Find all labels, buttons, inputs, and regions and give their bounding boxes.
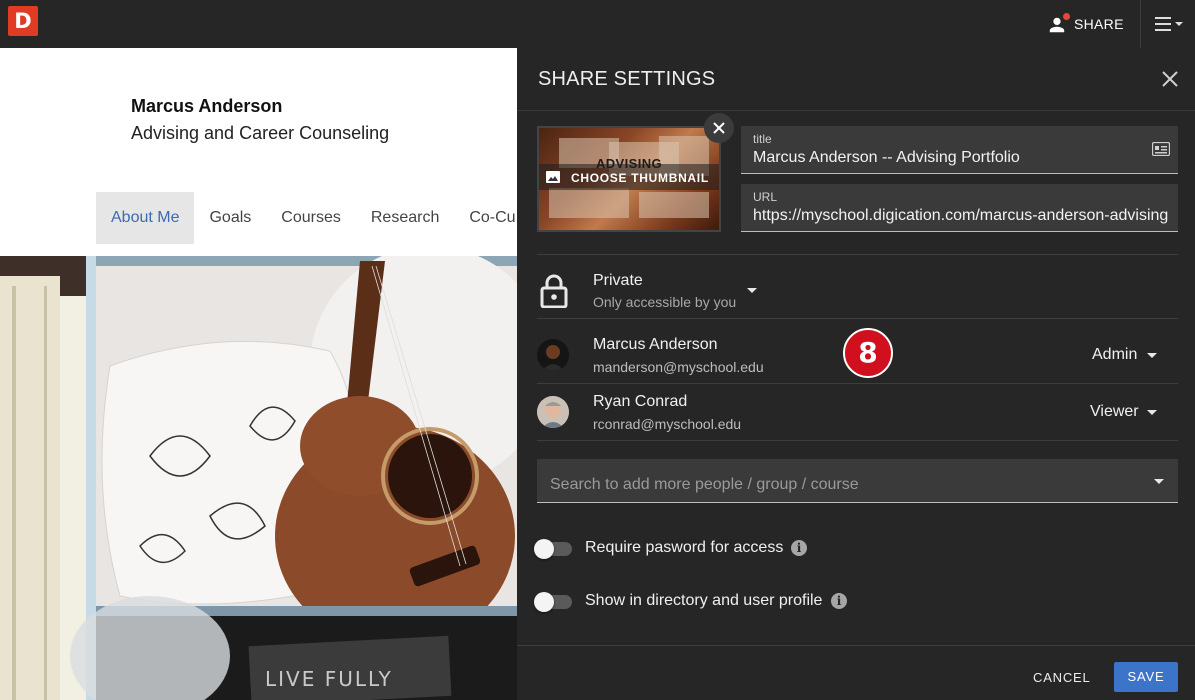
lock-icon: [540, 274, 568, 308]
url-field-value[interactable]: https://myschool.digication.com/marcus-a…: [753, 207, 1174, 225]
panel-title: SHARE SETTINGS: [538, 68, 716, 90]
close-icon: [1162, 71, 1178, 87]
portfolio-nav: About Me Goals Courses Research Co-Cu: [96, 192, 517, 244]
portfolio-subtitle: Advising and Career Counseling: [131, 123, 390, 143]
chevron-down-icon[interactable]: [1147, 353, 1157, 358]
hamburger-menu-button[interactable]: [1150, 12, 1190, 36]
show-in-directory-toggle[interactable]: [534, 592, 572, 612]
role-select-viewer[interactable]: Viewer: [1090, 403, 1139, 421]
chevron-down-icon[interactable]: [1147, 410, 1157, 415]
search-placeholder: Search to add more people / group / cour…: [550, 476, 859, 493]
title-field-label: title: [753, 132, 772, 146]
url-field[interactable]: URL https://myschool.digication.com/marc…: [741, 184, 1178, 232]
hero-caption: LIVE FULLY: [265, 667, 393, 691]
nav-item-goals[interactable]: Goals: [194, 192, 266, 244]
require-password-toggle[interactable]: [534, 539, 572, 559]
choose-thumbnail-button[interactable]: ADVISING CHOOSE THUMBNAIL: [537, 126, 721, 232]
title-field-value[interactable]: Marcus Anderson -- Advising Portfolio: [753, 149, 1174, 167]
top-bar: D SHARE: [0, 0, 1195, 48]
nav-item-courses[interactable]: Courses: [266, 192, 356, 244]
person-name: Marcus Anderson: [593, 336, 718, 353]
hero-image: LIVE FULLY: [0, 256, 517, 700]
image-icon: [546, 171, 560, 183]
avatar: [537, 396, 569, 428]
add-people-search-input[interactable]: Search to add more people / group / cour…: [537, 459, 1178, 503]
nav-item-research[interactable]: Research: [356, 192, 454, 244]
share-settings-panel: SHARE SETTINGS ADVISING CHOOSE THUMBNAIL…: [517, 48, 1195, 700]
portfolio-owner-name: Marcus Anderson: [131, 96, 283, 116]
share-button-label: SHARE: [1074, 16, 1124, 32]
cancel-button[interactable]: CANCEL: [1033, 670, 1091, 685]
panel-header: SHARE SETTINGS: [517, 48, 1195, 111]
toggle-knob: [534, 539, 554, 559]
notification-dot: [1063, 13, 1070, 20]
close-panel-button[interactable]: [1159, 68, 1181, 90]
person-name: Ryan Conrad: [593, 393, 688, 410]
avatar: [537, 339, 569, 371]
require-password-label: Require pasword for access: [585, 539, 784, 556]
portfolio-page: Marcus Anderson Advising and Career Coun…: [0, 48, 517, 700]
app-logo[interactable]: D: [8, 6, 38, 36]
divider: [537, 318, 1178, 319]
choose-thumbnail-label: CHOOSE THUMBNAIL: [571, 171, 709, 185]
person-icon: [1048, 13, 1070, 35]
nav-item-about-me[interactable]: About Me: [96, 192, 195, 244]
footer-divider: [517, 645, 1195, 646]
divider: [537, 383, 1178, 384]
toggle-knob: [534, 592, 554, 612]
hamburger-icon: [1155, 17, 1183, 31]
step-badge: 8: [843, 328, 893, 378]
info-icon[interactable]: i: [791, 540, 807, 556]
divider: [537, 440, 1178, 441]
privacy-description: Only accessible by you: [593, 294, 737, 310]
person-email: rconrad@myschool.edu: [593, 416, 742, 432]
chevron-down-icon[interactable]: [1154, 479, 1164, 484]
title-field[interactable]: title Marcus Anderson -- Advising Portfo…: [741, 126, 1178, 174]
nav-item-co-curricular[interactable]: Co-Cu: [454, 192, 517, 244]
close-icon: [713, 122, 725, 134]
remove-thumbnail-button[interactable]: [704, 113, 734, 143]
id-card-icon: [1152, 142, 1170, 156]
topbar-divider: [1140, 0, 1141, 48]
show-in-directory-label: Show in directory and user profile: [585, 592, 823, 609]
url-field-label: URL: [753, 190, 778, 204]
share-button[interactable]: SHARE: [1040, 0, 1130, 48]
divider: [537, 254, 1178, 255]
save-button[interactable]: SAVE: [1114, 662, 1178, 692]
info-icon[interactable]: i: [831, 593, 847, 609]
role-select-admin[interactable]: Admin: [1092, 346, 1137, 364]
person-email: manderson@myschool.edu: [593, 359, 764, 375]
privacy-level[interactable]: Private: [593, 272, 643, 290]
chevron-down-icon[interactable]: [747, 288, 757, 293]
